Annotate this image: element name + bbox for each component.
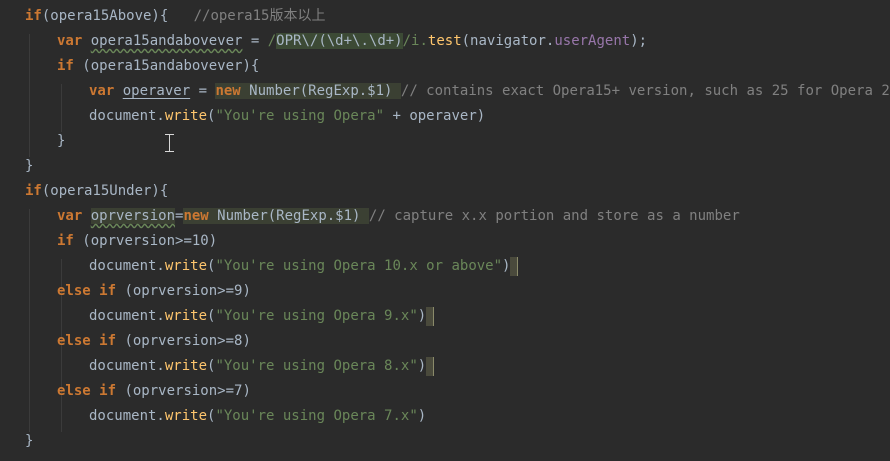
code-line[interactable]: var oprversion=new Number(RegExp.$1) // … [57, 204, 740, 229]
property-name: userAgent [554, 33, 631, 49]
code-line[interactable]: document.write("You're using Opera 8.x") [89, 354, 435, 379]
regex-pattern: OPR\/(\d+\.\d+) [276, 33, 403, 49]
keyword: var [89, 83, 123, 99]
method-name: write [164, 408, 208, 424]
variable-name: oprversion [90, 208, 176, 224]
string-literal: "You're using Opera 10.x or above" [215, 258, 503, 274]
code-text: ) [417, 308, 427, 324]
indent-guide [29, 34, 30, 157]
code-line[interactable]: var opera15andabovever = /OPR\/(\d+\.\d+… [57, 29, 647, 54]
keyword: else if [57, 383, 125, 399]
closing-brace: } [25, 158, 34, 174]
code-line[interactable]: document.write("You're using Opera 9.x") [89, 304, 435, 329]
regex-flags: /i. [402, 33, 428, 49]
method-name: test [427, 33, 462, 49]
regex-delimiter: / [267, 33, 277, 49]
code-text: document. [89, 308, 165, 324]
code-editor[interactable]: if(opera15Above){ //opera15版本以上 var oper… [0, 0, 890, 461]
code-line[interactable]: } [25, 154, 33, 179]
code-line[interactable]: if (opera15andabovever){ [57, 54, 259, 79]
code-text: (oprversion>=9) [124, 283, 251, 299]
code-text: (navigator. [461, 33, 555, 49]
code-text: ) [417, 408, 427, 424]
code-text: = [190, 83, 216, 99]
method-name: write [164, 108, 208, 124]
comment: // capture x.x portion and store as a nu… [368, 208, 740, 224]
keyword: if [57, 233, 83, 249]
code-text: Number(RegExp.$1) [249, 83, 401, 99]
variable-name: opera15andabovever [90, 33, 243, 49]
method-name: write [164, 258, 208, 274]
code-text: + operaver) [384, 108, 486, 124]
code-text: Number(RegExp.$1) [217, 208, 369, 224]
code-line[interactable]: } [57, 129, 65, 154]
code-text: (opera15Under){ [41, 183, 169, 199]
closing-brace: } [57, 133, 66, 149]
string-literal: "You're using Opera" [215, 108, 385, 124]
keyword: else if [57, 283, 125, 299]
keyword: if [25, 183, 42, 199]
code-line[interactable]: } [25, 429, 33, 454]
comment: // contains exact Opera15+ version, such… [400, 83, 890, 99]
keyword: if [25, 8, 42, 24]
keyword: if [57, 58, 83, 74]
string-literal: "You're using Opera 9.x" [215, 308, 418, 324]
keyword: var [57, 33, 91, 49]
code-line[interactable]: document.write("You're using Opera 10.x … [89, 254, 519, 279]
code-line[interactable]: if(opera15Under){ [25, 179, 168, 204]
string-literal: "You're using Opera 8.x" [215, 358, 418, 374]
brace-match-marker [510, 256, 519, 276]
keyword: else if [57, 333, 125, 349]
code-text: document. [89, 258, 165, 274]
method-name: write [164, 308, 208, 324]
code-line[interactable]: else if (oprversion>=8) [57, 329, 251, 354]
code-line[interactable]: if (oprversion>=10) [57, 229, 217, 254]
code-text: (opera15andabovever){ [82, 58, 260, 74]
comment: //opera15版本以上 [168, 8, 326, 24]
code-text: document. [89, 408, 165, 424]
code-line[interactable]: var operaver = new Number(RegExp.$1) // … [89, 79, 890, 104]
indent-guide [29, 209, 30, 432]
text-cursor-icon [165, 134, 174, 152]
code-text: document. [89, 108, 165, 124]
code-text: (oprversion>=10) [82, 233, 218, 249]
brace-match-marker [426, 356, 435, 376]
code-text: = [242, 33, 268, 49]
string-literal: "You're using Opera 7.x" [215, 408, 418, 424]
variable-name: operaver [122, 83, 191, 99]
code-text: (oprversion>=8) [124, 333, 251, 349]
method-name: write [164, 358, 208, 374]
keyword: new [215, 83, 250, 99]
code-text: ) [502, 258, 511, 274]
keyword: var [57, 208, 91, 224]
keyword: new [183, 208, 218, 224]
code-line[interactable]: document.write("You're using Opera 7.x") [89, 404, 426, 429]
code-text: (oprversion>=7) [124, 383, 251, 399]
code-line[interactable]: if(opera15Above){ //opera15版本以上 [25, 4, 325, 29]
indent-guide [61, 84, 62, 132]
code-text: (opera15Above){ [41, 8, 169, 24]
brace-match-marker [426, 306, 435, 326]
code-line[interactable]: document.write("You're using Opera" + op… [89, 104, 485, 129]
code-text: ) [417, 358, 427, 374]
code-text: document. [89, 358, 165, 374]
code-line[interactable]: else if (oprversion>=7) [57, 379, 251, 404]
code-text: ); [630, 33, 648, 49]
code-line[interactable]: else if (oprversion>=9) [57, 279, 251, 304]
closing-brace: } [25, 433, 34, 449]
